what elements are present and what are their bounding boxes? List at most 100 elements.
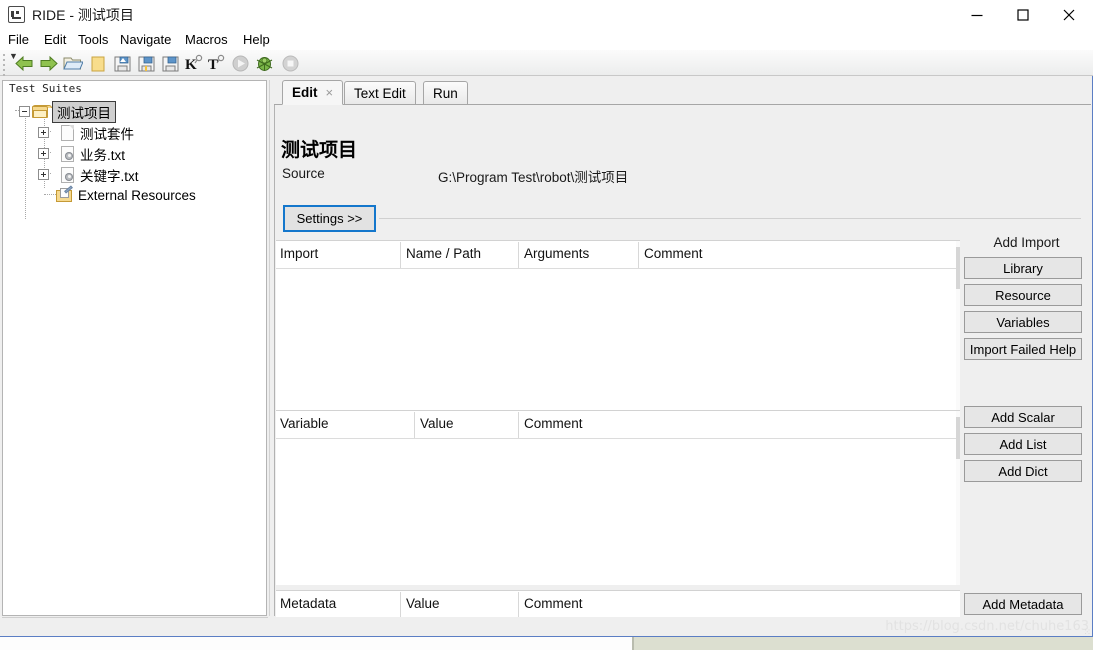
stop-icon[interactable] xyxy=(280,53,301,74)
tree-connector xyxy=(25,111,26,219)
tab-label: Text Edit xyxy=(354,85,406,101)
tree-item-label: External Resources xyxy=(78,188,196,203)
import-grid-header: Import Name / Path Arguments Comment xyxy=(276,241,960,269)
add-list-button[interactable]: Add List xyxy=(964,433,1082,455)
document-gear-icon xyxy=(61,145,74,162)
document-icon xyxy=(61,124,74,141)
column-header-arguments[interactable]: Arguments xyxy=(520,246,589,264)
source-path-value: G:\Program Test\robot\测试项目 xyxy=(438,170,629,185)
window-title: RIDE - 测试项目 xyxy=(32,7,134,23)
menu-bar: File Edit Tools Navigate Macros Help xyxy=(0,29,1093,50)
variable-grid[interactable]: Variable Value Comment xyxy=(276,410,960,585)
tree-item-suite[interactable]: 测试套件 xyxy=(38,122,134,143)
tree-item-root[interactable]: 测试项目 xyxy=(19,100,116,123)
open-directory-icon[interactable] xyxy=(62,53,84,74)
desktop-background-strip xyxy=(0,637,1093,650)
svg-text:T: T xyxy=(208,57,218,73)
menu-navigate[interactable]: Navigate xyxy=(116,31,175,48)
new-project-icon[interactable] xyxy=(88,53,109,74)
search-tests-icon[interactable]: T xyxy=(206,53,227,74)
column-divider[interactable] xyxy=(414,412,415,438)
column-header-comment[interactable]: Comment xyxy=(520,596,583,614)
column-divider[interactable] xyxy=(518,242,519,268)
editor-panel: Edit × Text Edit Run 测试项目 Source G:\Prog… xyxy=(274,80,1091,636)
variable-grid-header: Variable Value Comment xyxy=(276,411,960,439)
title-bar: RIDE - 测试项目 xyxy=(0,0,1093,29)
editor-tabs: Edit × Text Edit Run xyxy=(274,80,1091,105)
robot-face-icon xyxy=(8,6,25,23)
variable-grid-scrollbar[interactable] xyxy=(956,411,960,585)
status-bar-divider xyxy=(2,617,268,618)
collapse-expander-icon[interactable] xyxy=(19,106,30,117)
svg-text:K: K xyxy=(185,57,197,73)
tree-item-business[interactable]: 业务.txt xyxy=(38,143,125,164)
column-header-import[interactable]: Import xyxy=(276,246,318,264)
column-divider[interactable] xyxy=(518,592,519,618)
background-region-right xyxy=(634,637,1093,650)
close-icon[interactable]: × xyxy=(326,85,334,100)
import-grid[interactable]: Import Name / Path Arguments Comment xyxy=(276,240,960,418)
expand-expander-icon[interactable] xyxy=(38,169,49,180)
tree-item-keywords[interactable]: 关键字.txt xyxy=(38,164,139,185)
add-metadata-button[interactable]: Add Metadata xyxy=(964,593,1082,615)
maximize-icon[interactable] xyxy=(1000,0,1045,29)
import-failed-help-button[interactable]: Import Failed Help xyxy=(964,338,1082,360)
settings-divider xyxy=(379,218,1081,219)
watermark-text: https://blog.csdn.net/chuhe163 xyxy=(885,619,1089,634)
add-resource-button[interactable]: Resource xyxy=(964,284,1082,306)
menu-macros[interactable]: Macros xyxy=(181,31,232,48)
menu-file[interactable]: File xyxy=(4,31,33,48)
background-region-left xyxy=(0,637,632,650)
save-all-icon[interactable] xyxy=(136,53,157,74)
panel-splitter[interactable] xyxy=(267,80,274,616)
column-divider[interactable] xyxy=(518,412,519,438)
run-icon[interactable] xyxy=(230,53,251,74)
test-suites-panel: Test Suites 测试项目 测试套件 业务.txt 关键字.txt Ext… xyxy=(2,80,267,616)
menu-edit[interactable]: Edit xyxy=(40,31,70,48)
add-dict-button[interactable]: Add Dict xyxy=(964,460,1082,482)
menu-help[interactable]: Help xyxy=(239,31,274,48)
save-icon[interactable] xyxy=(112,53,133,74)
tab-label: Run xyxy=(433,85,458,101)
page-title: 测试项目 xyxy=(281,140,358,161)
source-label: Source xyxy=(282,166,325,181)
suite-settings-form: 测试项目 Source G:\Program Test\robot\测试项目 S… xyxy=(274,105,1091,636)
go-forward-icon[interactable] xyxy=(38,53,59,74)
menu-tools[interactable]: Tools xyxy=(74,31,112,48)
column-header-value[interactable]: Value xyxy=(402,596,440,614)
column-divider[interactable] xyxy=(400,592,401,618)
debug-icon[interactable] xyxy=(254,53,275,74)
settings-toggle-button[interactable]: Settings >> xyxy=(283,205,376,232)
column-header-variable[interactable]: Variable xyxy=(276,416,329,434)
tree-panel-header: Test Suites xyxy=(3,81,266,97)
tree-item-label: 测试项目 xyxy=(52,100,116,123)
tree-item-external-resources[interactable]: External Resources xyxy=(56,185,196,206)
toolbar: ▼ K T xyxy=(0,50,1093,76)
tree-item-label: 测试套件 xyxy=(80,126,134,142)
column-header-comment[interactable]: Comment xyxy=(520,416,583,434)
minimize-icon[interactable] xyxy=(954,0,999,29)
external-resources-icon xyxy=(56,185,73,203)
tab-edit[interactable]: Edit × xyxy=(282,80,344,105)
tree-item-label: 业务.txt xyxy=(80,147,126,163)
tab-run[interactable]: Run xyxy=(423,81,468,105)
column-header-name-path[interactable]: Name / Path xyxy=(402,246,481,264)
go-back-icon[interactable] xyxy=(14,53,35,74)
add-library-button[interactable]: Library xyxy=(964,257,1082,279)
column-divider[interactable] xyxy=(638,242,639,268)
search-keyword-icon[interactable]: K xyxy=(184,53,205,74)
toolbar-grip[interactable] xyxy=(2,54,7,76)
expand-expander-icon[interactable] xyxy=(38,127,49,138)
save-as-icon[interactable] xyxy=(160,53,181,74)
tab-label: Edit xyxy=(292,85,318,100)
close-icon[interactable] xyxy=(1046,0,1091,29)
column-header-comment[interactable]: Comment xyxy=(640,246,703,264)
add-variables-button[interactable]: Variables xyxy=(964,311,1082,333)
column-divider[interactable] xyxy=(400,242,401,268)
column-header-metadata[interactable]: Metadata xyxy=(276,596,336,614)
expand-expander-icon[interactable] xyxy=(38,148,49,159)
add-scalar-button[interactable]: Add Scalar xyxy=(964,406,1082,428)
import-grid-scrollbar[interactable] xyxy=(956,241,960,418)
column-header-value[interactable]: Value xyxy=(416,416,454,434)
tab-text-edit[interactable]: Text Edit xyxy=(344,81,416,105)
